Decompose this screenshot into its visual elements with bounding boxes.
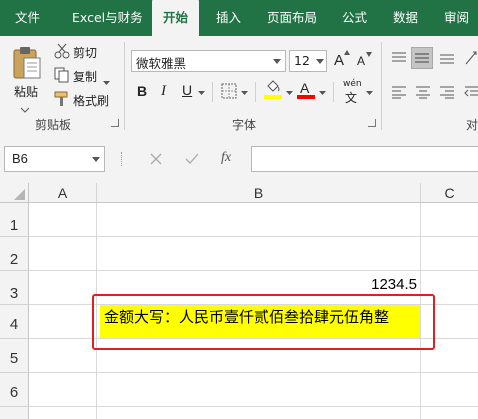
copy-dropdown-icon[interactable]: [103, 74, 110, 85]
font-size-value: 12: [294, 53, 310, 68]
paint-bucket-icon: [267, 80, 280, 92]
font-color-dropdown-icon[interactable]: [319, 91, 326, 95]
divider: [212, 82, 213, 102]
copy-icon[interactable]: [54, 67, 70, 83]
tab-page-layout[interactable]: 页面布局: [267, 0, 317, 36]
row-header-7-partial[interactable]: [0, 407, 29, 419]
formula-bar: B6 fx: [0, 133, 478, 183]
row-header-1[interactable]: 1: [0, 203, 29, 237]
phonetic-guide-button[interactable]: wén 文: [342, 79, 364, 105]
insert-function-button[interactable]: fx: [221, 150, 231, 166]
paste-icon[interactable]: [10, 45, 44, 81]
font-name-select[interactable]: 微软雅黑: [131, 50, 286, 72]
font-launcher-icon[interactable]: [368, 119, 376, 127]
align-bottom-icon[interactable]: [439, 51, 455, 65]
caret-up-icon: [344, 50, 350, 55]
row-header-4[interactable]: 4: [0, 305, 29, 339]
name-box[interactable]: B6: [4, 146, 105, 172]
column-header-b[interactable]: B: [97, 183, 421, 203]
tab-home[interactable]: 开始: [152, 0, 199, 36]
paste-dropdown-icon[interactable]: [20, 102, 30, 113]
align-middle-button[interactable]: [411, 47, 433, 69]
clipboard-group-label: 剪贴板: [35, 118, 72, 132]
decrease-font-size-button[interactable]: A: [357, 52, 373, 72]
format-painter-button[interactable]: 格式刷: [73, 92, 109, 109]
chevron-down-icon[interactable]: [316, 59, 324, 64]
select-all-triangle-icon: [14, 189, 25, 200]
tab-data[interactable]: 数据: [393, 0, 418, 36]
highlight-annotation-box: [92, 294, 435, 350]
paste-label[interactable]: 粘贴: [14, 83, 38, 100]
align-middle-icon: [415, 53, 429, 63]
group-divider: [124, 42, 125, 130]
divider: [333, 82, 334, 102]
underline-dropdown-icon[interactable]: [198, 91, 205, 95]
row-header-5[interactable]: 5: [0, 339, 29, 373]
divider: [255, 82, 256, 102]
fill-color-button[interactable]: [264, 80, 282, 100]
bold-button[interactable]: B: [137, 83, 147, 99]
caret-down-icon: [366, 52, 372, 57]
align-left-icon[interactable]: [391, 85, 407, 99]
select-all-corner[interactable]: [0, 183, 29, 203]
ribbon-tab-bar: 文件 Excel与财务 开始 插入 页面布局 公式 数据 审阅: [0, 0, 478, 36]
format-painter-icon[interactable]: [54, 91, 70, 107]
chevron-down-icon[interactable]: [92, 157, 100, 162]
increase-font-size-button[interactable]: A: [334, 50, 350, 70]
font-name-value: 微软雅黑: [136, 56, 187, 71]
group-divider: [381, 42, 382, 130]
name-box-value: B6: [12, 151, 28, 166]
tab-excel-finance[interactable]: Excel与财务: [72, 0, 143, 36]
row-header-6[interactable]: 6: [0, 373, 29, 407]
enter-check-icon[interactable]: [185, 153, 199, 165]
copy-button[interactable]: 复制: [73, 68, 97, 85]
clipboard-launcher-icon[interactable]: [111, 119, 119, 127]
align-top-icon[interactable]: [391, 51, 407, 65]
formula-input[interactable]: [251, 146, 478, 172]
scissors-icon[interactable]: [54, 43, 70, 59]
row-header-2[interactable]: 2: [0, 237, 29, 271]
font-group-label: 字体: [232, 118, 257, 132]
fill-color-swatch: [264, 95, 282, 99]
column-header-a[interactable]: A: [29, 183, 97, 203]
font-size-select[interactable]: 12: [289, 50, 327, 72]
tab-formulas[interactable]: 公式: [342, 0, 367, 36]
cancel-icon[interactable]: [150, 153, 162, 165]
italic-button[interactable]: I: [161, 83, 166, 100]
font-color-swatch: [297, 95, 315, 99]
decrease-indent-icon[interactable]: [464, 85, 478, 99]
chevron-down-icon[interactable]: [273, 59, 281, 64]
tab-review[interactable]: 审阅: [444, 0, 469, 36]
cut-button[interactable]: 剪切: [73, 44, 97, 61]
splitter-handle[interactable]: [121, 152, 124, 166]
tab-file[interactable]: 文件: [15, 0, 40, 36]
ribbon-home: 粘贴 剪切 复制 格式刷 剪贴板 微软雅黑 12 A A B I U A wén…: [0, 36, 478, 134]
alignment-group-label-partial: 对: [466, 118, 478, 132]
borders-icon[interactable]: [221, 83, 237, 99]
tab-insert[interactable]: 插入: [216, 0, 241, 36]
orientation-icon[interactable]: [464, 50, 478, 66]
phonetic-dropdown-icon[interactable]: [366, 91, 373, 95]
row-header-3[interactable]: 3: [0, 271, 29, 305]
underline-button[interactable]: U: [182, 82, 192, 98]
fill-color-dropdown-icon[interactable]: [286, 91, 293, 95]
borders-dropdown-icon[interactable]: [241, 91, 248, 95]
align-center-icon[interactable]: [415, 85, 431, 99]
align-right-icon[interactable]: [439, 85, 455, 99]
column-header-c[interactable]: C: [421, 183, 478, 203]
font-color-button[interactable]: A: [297, 80, 315, 100]
